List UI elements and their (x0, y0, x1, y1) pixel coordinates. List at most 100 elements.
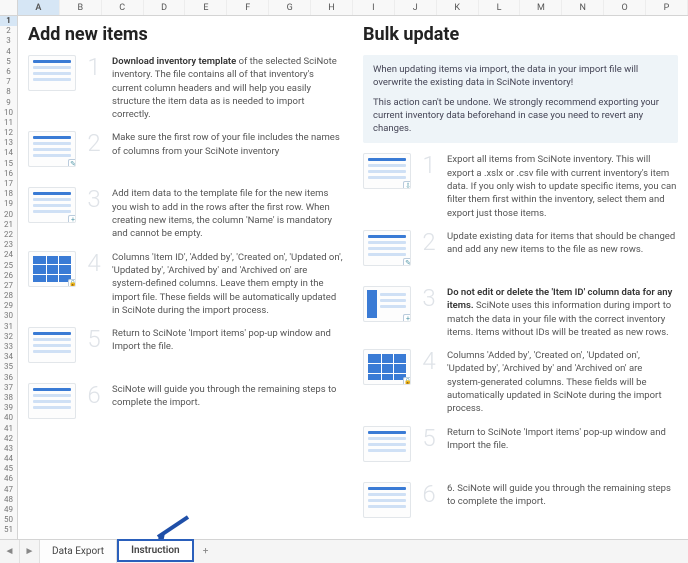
row-number[interactable]: 1 (0, 16, 17, 26)
step-thumbnail-icon: 🔒 (28, 251, 76, 287)
column-header-N[interactable]: N (562, 0, 604, 15)
bulk-step-6: 6 6. SciNote will guide you through the r… (363, 482, 678, 528)
column-header-L[interactable]: L (479, 0, 521, 15)
column-header-J[interactable]: J (395, 0, 437, 15)
step-number: 2 (84, 131, 104, 155)
row-number[interactable]: 28 (0, 291, 17, 301)
column-header-F[interactable]: F (227, 0, 269, 15)
step-number: 6 (419, 482, 439, 506)
step-text: 6. SciNote will guide you through the re… (447, 482, 678, 509)
step-thumbnail-icon (28, 383, 76, 419)
column-header-M[interactable]: M (520, 0, 562, 15)
row-number[interactable]: 44 (0, 454, 17, 464)
row-number[interactable]: 3 (0, 36, 17, 46)
row-number[interactable]: 42 (0, 434, 17, 444)
row-number[interactable]: 34 (0, 352, 17, 362)
row-number[interactable]: 33 (0, 342, 17, 352)
row-number[interactable]: 29 (0, 301, 17, 311)
step-number: 6 (84, 383, 104, 407)
row-number[interactable]: 45 (0, 464, 17, 474)
column-header-P[interactable]: P (646, 0, 688, 15)
row-number-gutter: 1234567891011121314151617181920212223242… (0, 16, 18, 539)
row-number[interactable]: 21 (0, 220, 17, 230)
step-number: 5 (419, 426, 439, 450)
step-text: Do not edit or delete the 'Item ID' colu… (447, 286, 678, 339)
step-text: Update existing data for items that shou… (447, 230, 678, 257)
row-number[interactable]: 20 (0, 210, 17, 220)
row-number[interactable]: 19 (0, 199, 17, 209)
sheet-nav-prev[interactable]: ◄ (0, 540, 20, 563)
sheet-tab-instruction[interactable]: Instruction (117, 539, 194, 562)
warning-info-box: When updating items via import, the data… (363, 55, 678, 143)
column-header-D[interactable]: D (144, 0, 186, 15)
add-step-4: 🔒4Columns 'Item ID', 'Added by', 'Create… (28, 251, 343, 317)
row-number[interactable]: 2 (0, 26, 17, 36)
column-header-O[interactable]: O (604, 0, 646, 15)
row-number[interactable]: 16 (0, 169, 17, 179)
row-number[interactable]: 41 (0, 424, 17, 434)
row-number[interactable]: 51 (0, 525, 17, 535)
row-number[interactable]: 31 (0, 322, 17, 332)
row-number[interactable]: 40 (0, 413, 17, 423)
row-number[interactable]: 26 (0, 271, 17, 281)
row-number[interactable]: 30 (0, 311, 17, 321)
row-number[interactable]: 49 (0, 505, 17, 515)
row-number[interactable]: 11 (0, 118, 17, 128)
row-number[interactable]: 17 (0, 179, 17, 189)
row-number[interactable]: 13 (0, 138, 17, 148)
row-number[interactable]: 32 (0, 332, 17, 342)
row-number[interactable]: 39 (0, 403, 17, 413)
row-number[interactable]: 27 (0, 281, 17, 291)
row-number[interactable]: 25 (0, 261, 17, 271)
row-number[interactable]: 48 (0, 495, 17, 505)
select-all-corner[interactable] (0, 0, 18, 15)
column-header-K[interactable]: K (437, 0, 479, 15)
step-thumbnail-icon: ⇩ (363, 153, 411, 189)
row-number[interactable]: 50 (0, 515, 17, 525)
step-number: 5 (84, 327, 104, 351)
row-number[interactable]: 7 (0, 77, 17, 87)
row-number[interactable]: 12 (0, 128, 17, 138)
row-number[interactable]: 10 (0, 108, 17, 118)
bulk-step-1: ⇩1Export all items from SciNote inventor… (363, 153, 678, 219)
row-number[interactable]: 6 (0, 67, 17, 77)
add-step-6: 6SciNote will guide you through the rema… (28, 383, 343, 429)
row-number[interactable]: 14 (0, 148, 17, 158)
add-new-items-section: Add new items 1Download inventory templa… (28, 24, 343, 531)
row-number[interactable]: 4 (0, 47, 17, 57)
bulk-step-3: +3Do not edit or delete the 'Item ID' co… (363, 286, 678, 339)
row-number[interactable]: 36 (0, 373, 17, 383)
add-step-5: 5 Return to SciNote 'Import items' pop-up… (28, 327, 343, 373)
row-number[interactable]: 24 (0, 250, 17, 260)
worksheet-content: Add new items 1Download inventory templa… (18, 16, 688, 539)
bulk-step-2: ✎2Update existing data for items that sh… (363, 230, 678, 276)
row-number[interactable]: 5 (0, 57, 17, 67)
step-text: Return to SciNote 'Import items' pop-up … (112, 327, 343, 354)
column-header-C[interactable]: C (102, 0, 144, 15)
row-number[interactable]: 8 (0, 87, 17, 97)
row-number[interactable]: 23 (0, 240, 17, 250)
row-number[interactable]: 38 (0, 393, 17, 403)
row-number[interactable]: 43 (0, 444, 17, 454)
row-number[interactable]: 47 (0, 485, 17, 495)
row-number[interactable]: 22 (0, 230, 17, 240)
sheet-nav-next[interactable]: ► (20, 540, 40, 563)
row-number[interactable]: 9 (0, 98, 17, 108)
column-header-G[interactable]: G (269, 0, 311, 15)
add-sheet-button[interactable]: + (194, 540, 218, 563)
row-number[interactable]: 15 (0, 159, 17, 169)
info-paragraph: This action can't be undone. We strongly… (373, 96, 668, 136)
column-header-A[interactable]: A (18, 0, 60, 15)
step-number: 1 (419, 153, 439, 177)
column-header-I[interactable]: I (353, 0, 395, 15)
row-number[interactable]: 46 (0, 474, 17, 484)
row-number[interactable]: 37 (0, 383, 17, 393)
column-header-B[interactable]: B (60, 0, 102, 15)
row-number[interactable]: 18 (0, 189, 17, 199)
sheet-tab-data-export[interactable]: Data Export (40, 540, 117, 563)
step-thumbnail-icon: + (363, 286, 411, 322)
column-header-E[interactable]: E (185, 0, 227, 15)
row-number[interactable]: 35 (0, 362, 17, 372)
step-thumbnail-icon: ✎ (363, 230, 411, 266)
column-header-H[interactable]: H (311, 0, 353, 15)
